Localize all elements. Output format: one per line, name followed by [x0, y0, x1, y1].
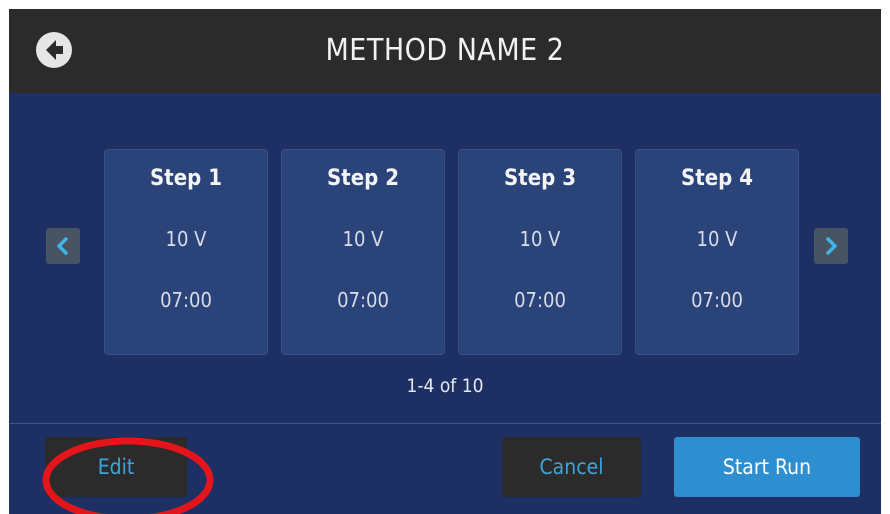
screen: METHOD NAME 2 Step 1 10 V 07:00 Step 2 1…: [9, 9, 881, 514]
edit-button[interactable]: Edit: [45, 437, 187, 497]
step-name: Step 2: [327, 166, 399, 191]
step-voltage: 10 V: [519, 227, 561, 251]
prev-page-button[interactable]: [46, 228, 80, 264]
step-card-1[interactable]: Step 1 10 V 07:00: [104, 149, 268, 355]
footer-divider: [9, 423, 881, 424]
step-time: 07:00: [337, 288, 389, 312]
chevron-right-icon: [826, 237, 837, 255]
step-name: Step 1: [150, 166, 222, 191]
step-list: Step 1 10 V 07:00 Step 2 10 V 07:00 Step…: [104, 149, 804, 357]
step-card-4[interactable]: Step 4 10 V 07:00: [635, 149, 799, 355]
step-voltage: 10 V: [165, 227, 207, 251]
page-title: METHOD NAME 2: [325, 33, 565, 68]
step-time: 07:00: [691, 288, 743, 312]
page-indicator: 1-4 of 10: [406, 375, 484, 397]
next-page-button[interactable]: [814, 228, 848, 264]
start-run-button[interactable]: Start Run: [674, 437, 860, 497]
step-name: Step 3: [504, 166, 576, 191]
step-card-2[interactable]: Step 2 10 V 07:00: [281, 149, 445, 355]
step-voltage: 10 V: [696, 227, 738, 251]
step-voltage: 10 V: [342, 227, 384, 251]
cancel-button[interactable]: Cancel: [502, 437, 641, 497]
chevron-left-icon: [57, 237, 68, 255]
step-time: 07:00: [514, 288, 566, 312]
step-name: Step 4: [681, 166, 753, 191]
step-time: 07:00: [160, 288, 212, 312]
header-bar: METHOD NAME 2: [9, 9, 881, 93]
step-card-3[interactable]: Step 3 10 V 07:00: [458, 149, 622, 355]
